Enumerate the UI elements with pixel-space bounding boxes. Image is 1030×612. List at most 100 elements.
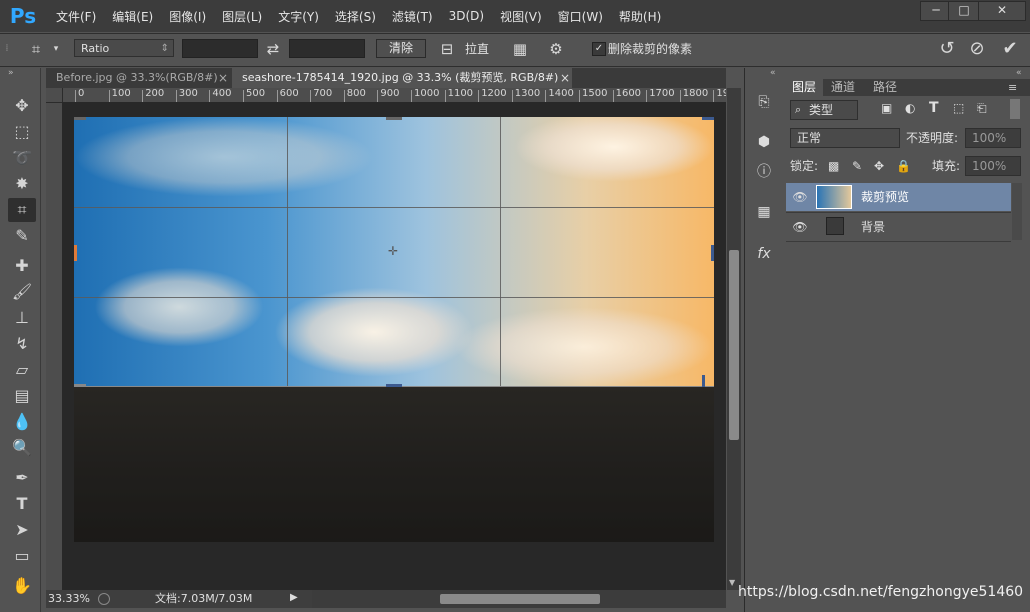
lock-transparent-icon[interactable]: ▩ [828, 156, 839, 176]
panel-collapse-icon[interactable]: « [1016, 68, 1022, 78]
status-icon[interactable] [98, 593, 110, 605]
vertical-scroll-thumb[interactable] [729, 250, 739, 440]
tab-layers[interactable]: 图层 [785, 79, 824, 96]
crop-tool-icon[interactable]: ⌗ [8, 198, 36, 222]
layers-scrollbar[interactable] [1012, 183, 1022, 240]
pen-tool-icon[interactable]: ✒ [8, 466, 36, 490]
filter-shape-icon[interactable]: ⬚ [953, 101, 964, 115]
marquee-tool-icon[interactable]: ⬚ [8, 120, 36, 144]
menu-filter[interactable]: 滤镜(T) [384, 8, 441, 25]
crop-width-input[interactable] [182, 39, 258, 58]
eraser-tool-icon[interactable]: ▱ [8, 358, 36, 382]
tab-paths[interactable]: 路径 [866, 79, 904, 96]
lock-position-icon[interactable]: ✥ [874, 156, 884, 176]
history-panel-icon[interactable]: ⎘ [752, 90, 776, 114]
crop-handle-top-right[interactable] [702, 117, 714, 120]
visibility-eye-icon[interactable]: 👁 [791, 188, 809, 206]
filter-adjustment-icon[interactable]: ◐ [905, 101, 915, 115]
hand-tool-icon[interactable]: ✋ [8, 574, 36, 598]
straighten-label[interactable]: 拉直 [465, 33, 489, 65]
image-canvas[interactable]: ✛ [74, 117, 714, 542]
menu-help[interactable]: 帮助(H) [611, 8, 669, 25]
swap-icon[interactable]: ⇄ [262, 33, 284, 65]
crop-height-input[interactable] [289, 39, 365, 58]
status-menu-icon[interactable]: ▶ [290, 592, 298, 603]
horizontal-scroll-thumb[interactable] [440, 594, 600, 604]
blur-tool-icon[interactable]: 💧 [8, 410, 36, 434]
lasso-tool-icon[interactable]: ➰ [8, 146, 36, 170]
crop-handle-right[interactable] [711, 245, 714, 261]
dock-collapse-icon[interactable]: « [770, 68, 776, 78]
close-window-button[interactable]: ✕ [978, 1, 1026, 21]
menu-edit[interactable]: 编辑(E) [104, 8, 161, 25]
layer-row[interactable]: 👁 裁剪预览 [786, 183, 1011, 211]
layer-name[interactable]: 背景 [861, 213, 885, 241]
3d-panel-icon[interactable]: ⬢ [752, 130, 776, 154]
tab-before-close-icon[interactable]: × [218, 68, 228, 88]
swatches-panel-icon[interactable]: ▦ [752, 200, 776, 224]
blend-mode-select[interactable]: 正常 [790, 128, 900, 148]
menu-layer[interactable]: 图层(L) [214, 8, 270, 25]
opacity-input[interactable]: 100% [965, 128, 1021, 148]
straighten-icon[interactable]: ⊟ [436, 33, 458, 65]
menu-image[interactable]: 图像(I) [161, 8, 214, 25]
crop-tool-preset-icon[interactable]: ⌗ [24, 33, 48, 65]
tab-before[interactable]: Before.jpg @ 33.3%(RGB/8#) [46, 68, 234, 88]
healing-brush-icon[interactable]: ✚ [8, 254, 36, 278]
tools-collapse-icon[interactable]: » [8, 68, 14, 78]
crop-handle-bottom-right[interactable] [702, 375, 705, 387]
crop-handle-left[interactable] [74, 245, 77, 261]
clear-button[interactable]: 清除 [376, 39, 426, 58]
filter-toggle[interactable] [1010, 99, 1020, 119]
magic-wand-icon[interactable]: ✸ [8, 172, 36, 196]
filter-type-icon[interactable]: T [929, 100, 939, 116]
gradient-tool-icon[interactable]: ▤ [8, 384, 36, 408]
move-tool-icon[interactable]: ✥ [8, 94, 36, 118]
tab-channels[interactable]: 通道 [824, 79, 862, 96]
tab-seashore-close-icon[interactable]: × [560, 68, 570, 88]
history-brush-icon[interactable]: ↯ [8, 332, 36, 356]
eyedropper-icon[interactable]: ✎ [8, 224, 36, 248]
filter-pixel-icon[interactable]: ▣ [881, 101, 892, 115]
layer-name[interactable]: 裁剪预览 [861, 183, 909, 211]
menu-file[interactable]: 文件(F) [48, 8, 104, 25]
filter-smart-object-icon[interactable]: ⎗ [977, 101, 987, 116]
commit-crop-icon[interactable]: ✔ [998, 33, 1022, 65]
panel-menu-icon[interactable]: ≡ [1008, 79, 1017, 96]
brush-tool-icon[interactable]: 🖌 [8, 280, 36, 304]
stamp-tool-icon[interactable]: ⊥ [8, 306, 36, 330]
visibility-eye-icon[interactable]: 👁 [791, 218, 809, 236]
type-tool-icon[interactable]: T [8, 492, 36, 516]
dodge-tool-icon[interactable]: 🔍 [8, 436, 36, 460]
styles-panel-icon[interactable]: fx [752, 242, 776, 266]
info-panel-icon[interactable]: ⓘ [752, 160, 776, 184]
layer-row[interactable]: 👁 背景 [786, 212, 1011, 242]
cancel-crop-icon[interactable]: ⊘ [965, 33, 989, 65]
overlay-grid-icon[interactable]: ▦ [508, 33, 532, 65]
settings-gear-icon[interactable]: ⚙ [544, 33, 568, 65]
zoom-level[interactable]: 33.33% [48, 590, 90, 608]
options-grip-icon: ⁞ [5, 43, 9, 54]
ruler-tick-label: 1300 [511, 88, 541, 102]
lock-image-icon[interactable]: ✎ [852, 156, 862, 176]
reset-icon[interactable]: ↺ [935, 33, 959, 65]
menu-window[interactable]: 窗口(W) [550, 8, 611, 25]
ratio-select[interactable]: Ratio [74, 39, 174, 58]
lock-all-icon[interactable]: 🔒 [896, 156, 911, 176]
fill-input[interactable]: 100% [965, 156, 1021, 176]
crop-handle-bottom-left[interactable] [74, 384, 86, 387]
preset-dropdown-icon[interactable]: ▾ [50, 33, 62, 65]
tab-seashore[interactable]: seashore-1785414_1920.jpg @ 33.3% (裁剪预览,… [232, 68, 572, 88]
scroll-down-icon[interactable]: ▼ [729, 578, 735, 587]
menu-type[interactable]: 文字(Y) [270, 8, 327, 25]
delete-cropped-checkbox[interactable]: ✓ [592, 42, 606, 56]
menu-view[interactable]: 视图(V) [492, 8, 550, 25]
crop-handle-top[interactable] [386, 117, 402, 120]
shape-tool-icon[interactable]: ▭ [8, 544, 36, 568]
maximize-button[interactable]: □ [948, 1, 980, 21]
menu-3d[interactable]: 3D(D) [441, 9, 492, 23]
path-selection-icon[interactable]: ➤ [8, 518, 36, 542]
crop-handle-top-left[interactable] [74, 117, 86, 120]
crop-handle-bottom[interactable] [386, 384, 402, 387]
menu-select[interactable]: 选择(S) [327, 8, 384, 25]
